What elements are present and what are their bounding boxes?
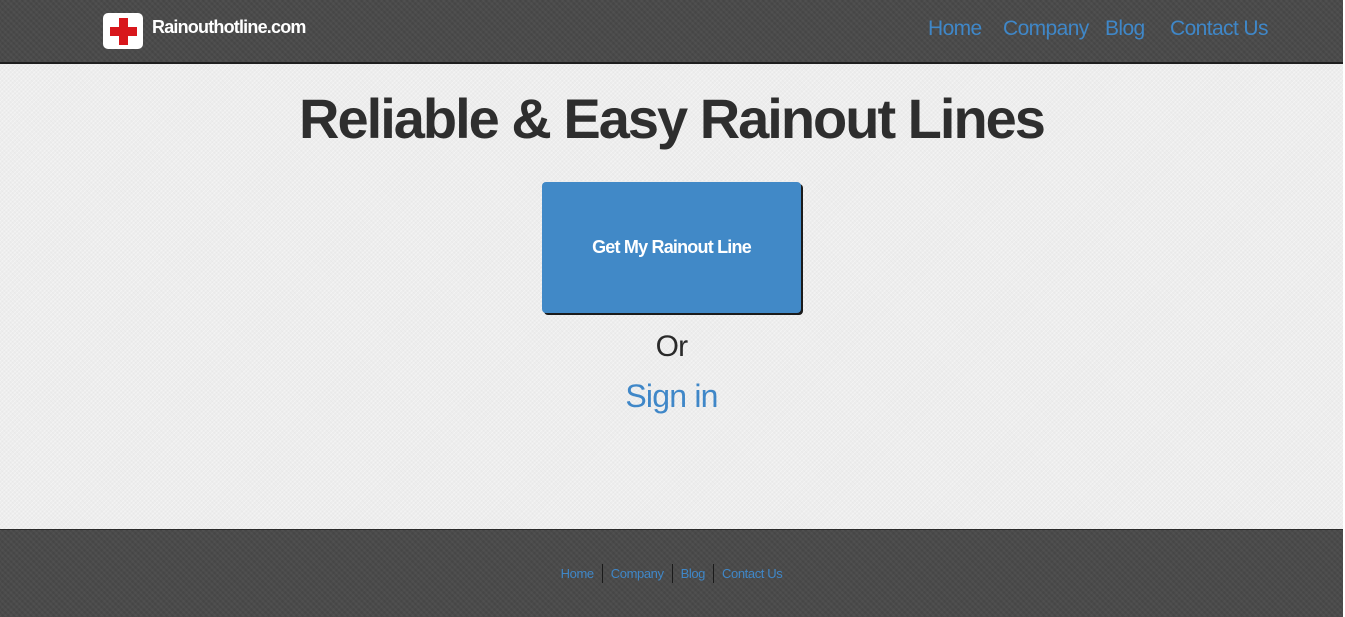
brand-name-link[interactable]: Rainouthotline.com [152, 17, 306, 38]
nav-company-link[interactable]: Company [1003, 17, 1089, 41]
hero-section: Reliable & Easy Rainout Lines Get My Rai… [0, 64, 1343, 530]
footer-nav: Home Company Blog Contact Us [0, 564, 1343, 583]
get-rainout-line-button[interactable]: Get My Rainout Line [542, 182, 801, 313]
site-header: Rainouthotline.com Home Company Blog Con… [0, 0, 1343, 64]
footer-contact-us-link[interactable]: Contact Us [714, 565, 790, 582]
nav-home-link[interactable]: Home [928, 17, 982, 41]
get-rainout-line-button-label: Get My Rainout Line [592, 237, 752, 257]
footer-company-link[interactable]: Company [603, 565, 672, 582]
footer-home-link[interactable]: Home [553, 565, 602, 582]
nav-blog-link[interactable]: Blog [1105, 17, 1145, 41]
red-cross-icon[interactable] [103, 13, 143, 49]
logo-cross-horizontal [110, 27, 137, 36]
sign-in-link[interactable]: Sign in [600, 378, 743, 415]
footer-blog-link[interactable]: Blog [673, 565, 713, 582]
page: Rainouthotline.com Home Company Blog Con… [0, 0, 1343, 617]
page-title: Reliable & Easy Rainout Lines [299, 87, 1046, 150]
nav-contact-us-link[interactable]: Contact Us [1170, 17, 1268, 41]
site-footer: Home Company Blog Contact Us [0, 530, 1343, 617]
or-separator-text: Or [655, 330, 689, 363]
